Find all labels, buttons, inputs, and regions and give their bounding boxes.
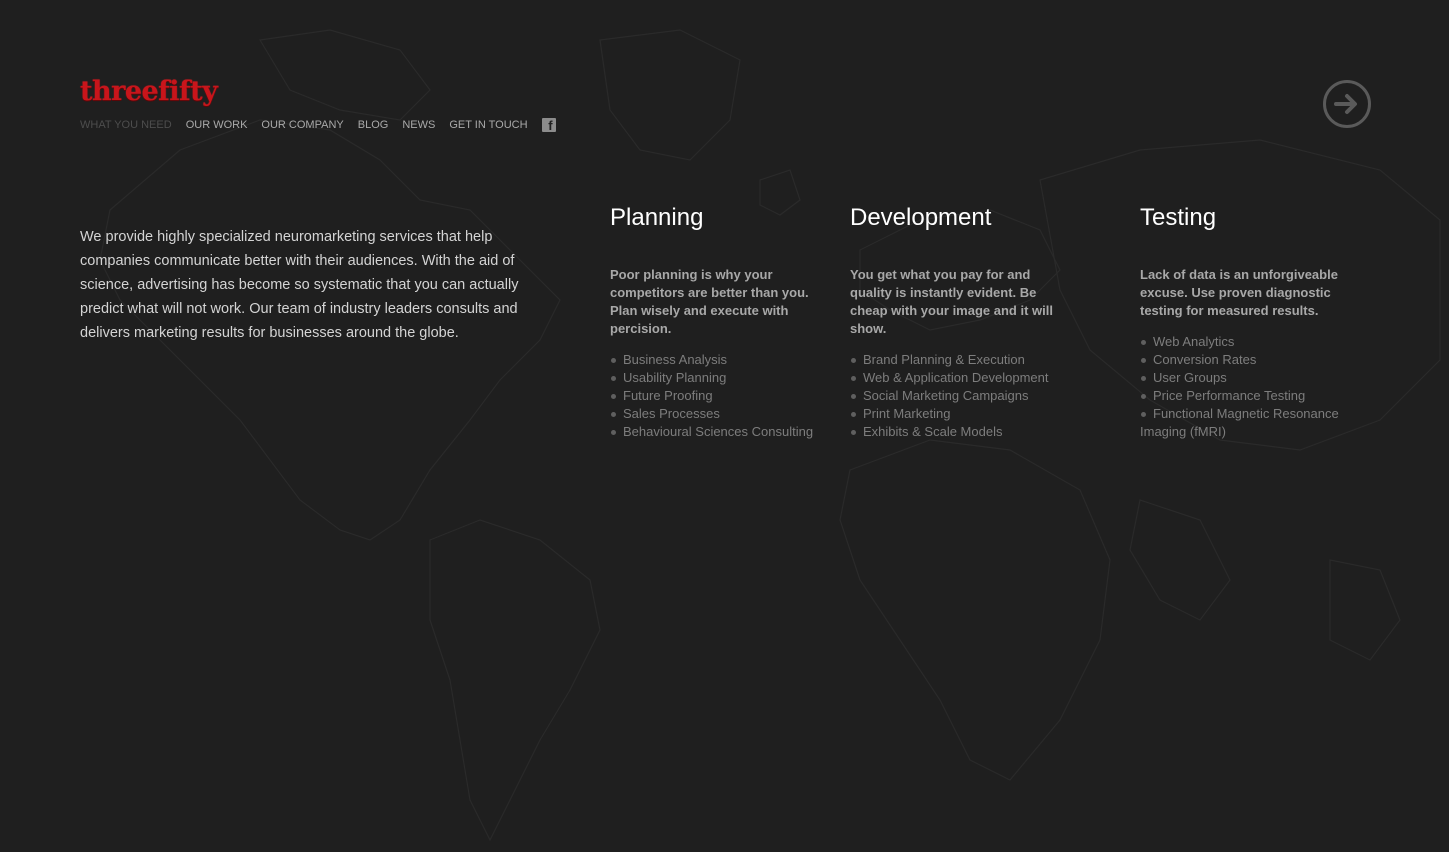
list-item: Functional Magnetic Resonance Imaging (f… <box>1140 405 1350 441</box>
list-item: Price Performance Testing <box>1140 387 1350 405</box>
list-item: Social Marketing Campaigns <box>850 387 1055 405</box>
list-item: User Groups <box>1140 369 1350 387</box>
facebook-icon[interactable]: f <box>541 118 556 133</box>
testing-title: Testing <box>1140 204 1217 231</box>
testing-column: Testing Lack of data is an unforgiveable… <box>1140 203 1350 441</box>
development-lead: You get what you pay for and quality is … <box>850 267 1053 336</box>
list-item: Behavioural Sciences Consulting <box>610 423 825 441</box>
list-item: Brand Planning & Execution <box>850 351 1055 369</box>
list-item: Conversion Rates <box>1140 351 1350 369</box>
list-item: Future Proofing <box>610 387 825 405</box>
list-item: Web & Application Development <box>850 369 1055 387</box>
planning-lead: Poor planning is why your competitors ar… <box>610 267 809 336</box>
list-item: Sales Processes <box>610 405 825 423</box>
nav-item-our-company[interactable]: OUR COMPANY <box>261 117 343 133</box>
testing-list: Web Analytics Conversion Rates User Grou… <box>1140 333 1350 441</box>
nav-item-get-in-touch[interactable]: GET IN TOUCH <box>449 117 527 133</box>
development-column: Development You get what you pay for and… <box>850 203 1055 441</box>
list-item: Print Marketing <box>850 405 1055 423</box>
nav-item-news[interactable]: NEWS <box>402 117 435 133</box>
nav-item-our-work[interactable]: OUR WORK <box>186 117 248 133</box>
development-title: Development <box>850 204 992 231</box>
nav-item-what-you-need[interactable]: WHAT YOU NEED <box>80 117 172 133</box>
facebook-glyph: f <box>548 118 553 133</box>
site-logo[interactable]: threefifty <box>80 74 218 110</box>
main-nav: WHAT YOU NEED OUR WORK OUR COMPANY BLOG … <box>80 117 556 133</box>
list-item: Business Analysis <box>610 351 825 369</box>
list-item: Usability Planning <box>610 369 825 387</box>
development-list: Brand Planning & Execution Web & Applica… <box>850 351 1055 441</box>
list-item: Web Analytics <box>1140 333 1350 351</box>
planning-title: Planning <box>610 204 704 231</box>
list-item: Exhibits & Scale Models <box>850 423 1055 441</box>
planning-column: Planning Poor planning is why your compe… <box>610 203 825 441</box>
planning-list: Business Analysis Usability Planning Fut… <box>610 351 825 441</box>
arrow-right-icon <box>1334 94 1357 114</box>
testing-lead: Lack of data is an unforgiveable excuse.… <box>1140 267 1338 318</box>
nav-item-blog[interactable]: BLOG <box>358 117 389 133</box>
intro-paragraph: We provide highly specialized neuromarke… <box>80 228 519 341</box>
next-page-button[interactable] <box>1323 80 1371 128</box>
